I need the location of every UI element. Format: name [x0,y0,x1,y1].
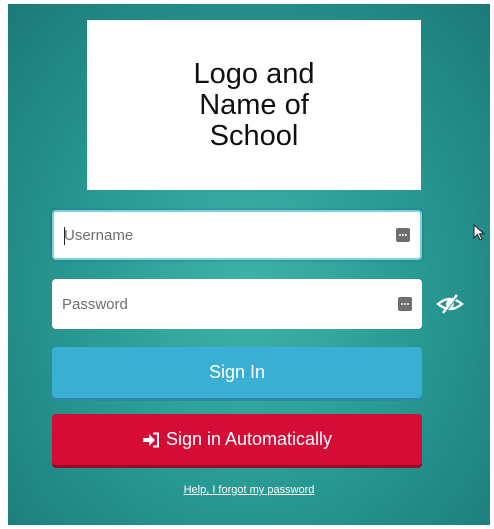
sign-in-automatically-label: Sign in Automatically [165,429,333,449]
password-input[interactable] [62,279,382,329]
sign-in-button[interactable]: Sign In [52,347,422,398]
sign-in-button-label: Sign In [208,362,266,382]
text-caret [64,227,65,245]
sign-in-arrow-icon [142,432,159,447]
forgot-password-link[interactable]: Help, I forgot my password [8,484,490,496]
mouse-pointer-icon [473,224,485,241]
password-manager-icon[interactable] [396,228,410,242]
password-field[interactable] [52,279,422,329]
sign-in-automatically-button[interactable]: Sign in Automatically [52,414,422,465]
eye-slash-icon[interactable] [435,293,465,315]
school-logo-placeholder: Logo and Name of School [87,20,421,190]
login-panel: Logo and Name of School Sign In Sign in … [8,4,490,525]
username-field[interactable] [52,210,422,260]
school-logo-text: Logo and Name of School [193,57,315,152]
password-manager-icon[interactable] [398,297,412,311]
username-input[interactable] [64,212,384,258]
